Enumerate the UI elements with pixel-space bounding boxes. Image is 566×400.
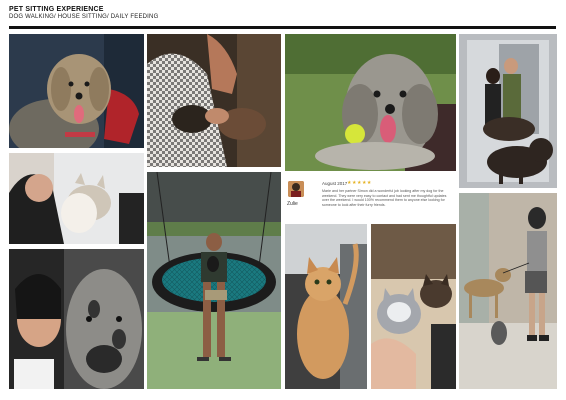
page-subtitle: DOG WALKING/ HOUSE SITTING/ DAILY FEEDIN… <box>9 14 159 20</box>
review-date: August 2017 <box>322 181 348 186</box>
review-card: Zulie August 2017 ★★★★★ Marie and her pa… <box>285 174 456 220</box>
reviewer-avatar <box>288 181 304 197</box>
photo-dress-with-cats <box>147 34 281 167</box>
photo-woman-with-great-dane <box>9 249 144 389</box>
photo-woman-walking-dogs <box>459 193 557 389</box>
photo-cats-on-blanket <box>371 224 456 389</box>
photo-woman-with-cat <box>9 153 144 244</box>
header-divider <box>9 26 556 29</box>
photo-orange-cat <box>285 224 367 389</box>
review-text: Marie and her partner Simon did a wonder… <box>322 189 447 207</box>
photo-doodle-with-tennis-ball <box>285 34 456 171</box>
photo-elevator-selfie-with-dogs <box>459 34 557 188</box>
page-title: PET SITTING EXPERIENCE <box>9 6 104 13</box>
photo-doodle-on-couch <box>9 34 144 148</box>
reviewer-name: Zulie <box>287 201 298 207</box>
rating-stars-icon: ★★★★★ <box>347 180 372 186</box>
photo-man-on-swing-with-dogs <box>147 172 281 389</box>
